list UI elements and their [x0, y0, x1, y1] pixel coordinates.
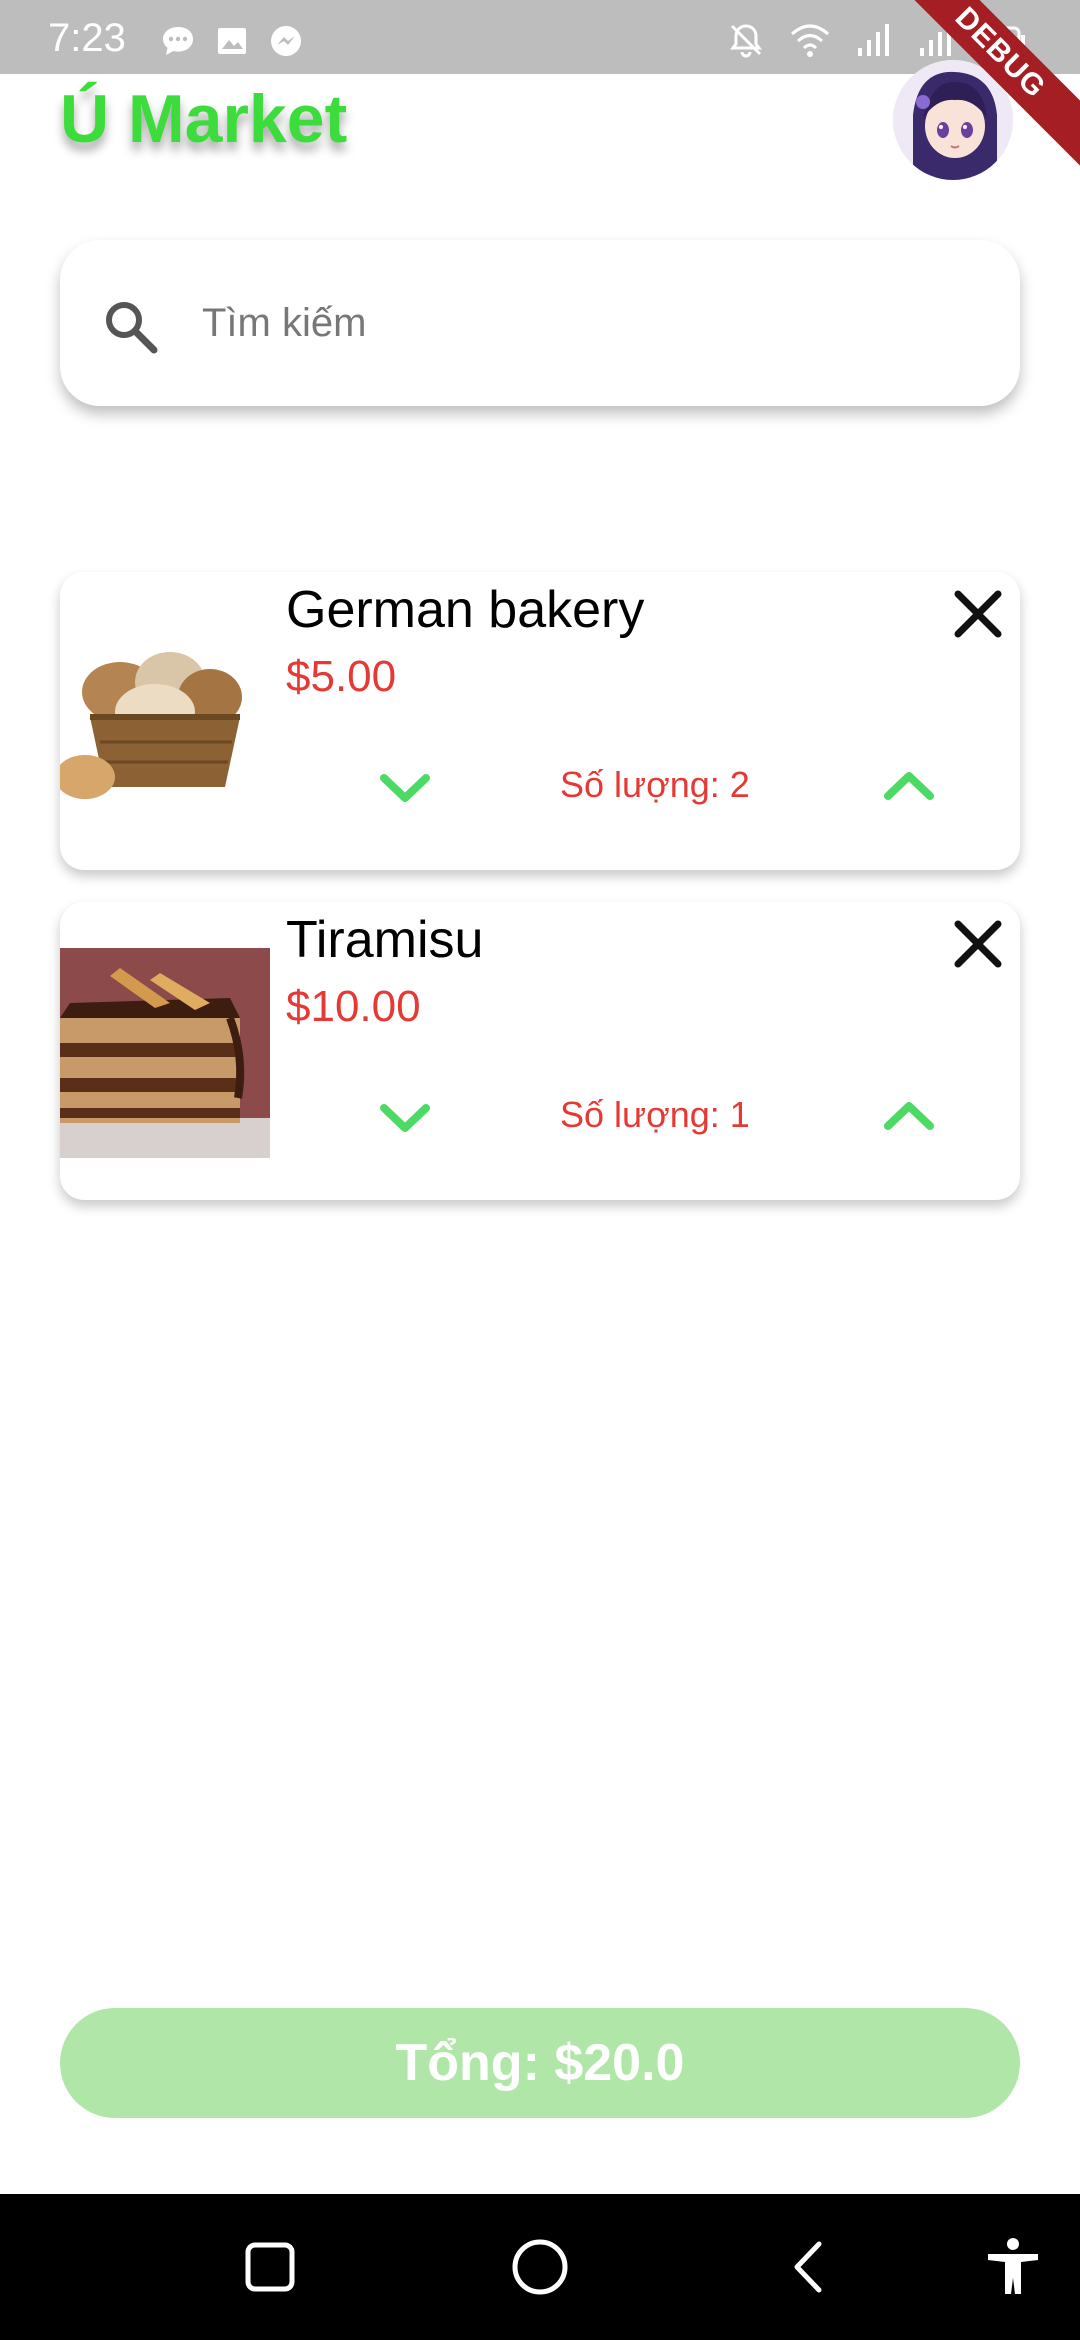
item-name: German bakery [286, 581, 645, 639]
search-input[interactable] [202, 286, 982, 360]
tiramisu-cake-image [60, 948, 270, 1158]
decrease-quantity-button[interactable] [370, 1092, 440, 1142]
signal-icon [858, 24, 889, 56]
app-title: Ú Market [60, 81, 348, 157]
status-bar: 7:23 [0, 0, 1080, 74]
decrease-quantity-button[interactable] [370, 762, 440, 812]
item-name: Tiramisu [286, 911, 484, 969]
accessibility-icon[interactable] [978, 2232, 1048, 2302]
message-icon [163, 27, 193, 55]
wifi-icon [791, 24, 829, 57]
cart-item: Tiramisu $10.00 Số lượng: 1 [60, 902, 1020, 1200]
home-icon[interactable] [505, 2232, 575, 2302]
messenger-icon [271, 26, 301, 56]
bell-off-icon [730, 24, 762, 58]
increase-quantity-button[interactable] [874, 1092, 944, 1142]
search-bar[interactable] [60, 240, 1020, 406]
item-price: $5.00 [286, 652, 397, 701]
navigation-bar [0, 2194, 1080, 2340]
total-button[interactable]: Tổng: $20.0 [60, 2008, 1020, 2118]
recent-apps-icon[interactable] [235, 2232, 305, 2302]
image-icon [218, 28, 246, 54]
remove-item-button[interactable] [948, 914, 1008, 974]
item-price: $10.00 [286, 982, 421, 1031]
increase-quantity-button[interactable] [874, 762, 944, 812]
cart-item: German bakery $5.00 Số lượng: 2 [60, 572, 1020, 870]
bread-basket-image [60, 612, 270, 822]
remove-item-button[interactable] [948, 584, 1008, 644]
status-time: 7:23 [48, 16, 126, 60]
back-icon[interactable] [775, 2232, 845, 2302]
quantity-label: Số lượng: 2 [560, 764, 750, 805]
search-icon [106, 302, 158, 354]
quantity-label: Số lượng: 1 [560, 1094, 750, 1135]
status-notification-icons [160, 24, 304, 58]
